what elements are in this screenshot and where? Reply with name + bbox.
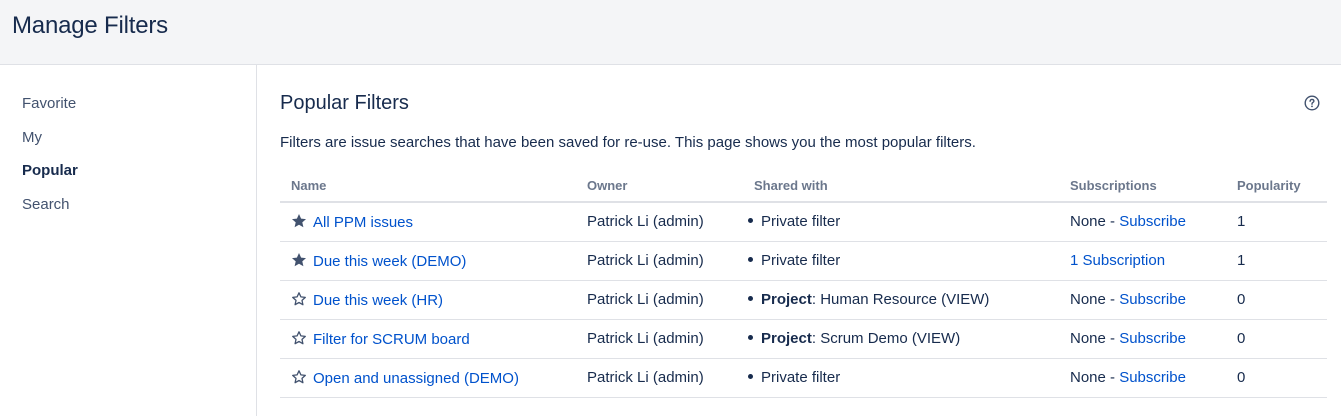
shared-with-cell: Project: Human Resource (VIEW) bbox=[743, 280, 1059, 320]
star-filled-icon[interactable] bbox=[291, 213, 307, 229]
subscriptions-cell: None - Subscribe bbox=[1059, 280, 1226, 320]
filters-table: Name Owner Shared with Subscriptions Pop… bbox=[280, 169, 1327, 398]
filter-name-link[interactable]: All PPM issues bbox=[313, 214, 413, 231]
subscriptions-cell: None - Subscribe bbox=[1059, 358, 1226, 398]
star-outline-icon[interactable] bbox=[291, 369, 307, 385]
popularity-cell: 0 bbox=[1226, 358, 1327, 398]
owner-cell: Patrick Li (admin) bbox=[576, 319, 743, 359]
column-header-popularity[interactable]: Popularity bbox=[1226, 169, 1327, 203]
subscriptions-prefix: None - bbox=[1070, 291, 1120, 308]
table-row: Filter for SCRUM board Patrick Li (admin… bbox=[280, 319, 1327, 359]
subscribe-link[interactable]: Subscribe bbox=[1119, 213, 1186, 230]
popularity-cell: 1 bbox=[1226, 241, 1327, 281]
bullet-icon bbox=[748, 218, 753, 224]
owner-cell: Patrick Li (admin) bbox=[576, 202, 743, 242]
shared-with-cell: Project: Scrum Demo (VIEW) bbox=[743, 319, 1059, 359]
owner-cell: Patrick Li (admin) bbox=[576, 358, 743, 398]
subscribe-link[interactable]: Subscribe bbox=[1119, 330, 1186, 347]
table-row: Due this week (DEMO) Patrick Li (admin) … bbox=[280, 241, 1327, 281]
filter-name-cell: Due this week (HR) bbox=[280, 280, 576, 320]
star-filled-icon[interactable] bbox=[291, 252, 307, 268]
shared-with-value: Private filter bbox=[761, 213, 841, 231]
filter-name-link[interactable]: Due this week (DEMO) bbox=[313, 253, 466, 270]
shared-with-label: Project bbox=[761, 291, 812, 308]
help-circle-icon[interactable] bbox=[1304, 95, 1320, 111]
subscriptions-cell: None - Subscribe bbox=[1059, 202, 1226, 242]
popularity-cell: 0 bbox=[1226, 280, 1327, 320]
page-title: Manage Filters bbox=[12, 12, 168, 39]
sidebar-item-popular[interactable]: Popular bbox=[22, 160, 78, 194]
subscriptions-link[interactable]: 1 Subscription bbox=[1070, 252, 1165, 269]
popularity-cell: 0 bbox=[1226, 319, 1327, 359]
column-header-owner[interactable]: Owner bbox=[576, 169, 743, 203]
subscribe-link[interactable]: Subscribe bbox=[1119, 291, 1186, 308]
star-outline-icon[interactable] bbox=[291, 291, 307, 307]
bullet-icon bbox=[748, 257, 753, 262]
shared-with-value: Private filter bbox=[761, 369, 841, 386]
filter-name-cell: Open and unassigned (DEMO) bbox=[280, 358, 576, 398]
sidebar-item-my[interactable]: My bbox=[22, 127, 78, 161]
filter-name-cell: Filter for SCRUM board bbox=[280, 319, 576, 359]
shared-with-value: : Scrum Demo (VIEW) bbox=[811, 330, 961, 347]
subscriptions-prefix: None - bbox=[1070, 213, 1120, 231]
shared-with-value: Private filter bbox=[761, 252, 841, 269]
filter-name-cell: Due this week (DEMO) bbox=[280, 241, 576, 281]
sidebar-item-favorite[interactable]: Favorite bbox=[22, 93, 78, 127]
owner-cell: Patrick Li (admin) bbox=[576, 280, 743, 320]
filter-name-link[interactable]: Open and unassigned (DEMO) bbox=[313, 370, 519, 387]
filter-name-link[interactable]: Filter for SCRUM board bbox=[313, 331, 470, 348]
bullet-icon bbox=[748, 296, 753, 301]
sidebar-nav: Favorite My Popular Search bbox=[22, 93, 78, 227]
sidebar-item-search[interactable]: Search bbox=[22, 194, 78, 228]
subscriptions-cell: None - Subscribe bbox=[1059, 319, 1226, 359]
page-header: Manage Filters bbox=[0, 0, 1341, 65]
filter-name-link[interactable]: Due this week (HR) bbox=[313, 292, 443, 309]
filter-name-cell: All PPM issues bbox=[280, 202, 576, 242]
shared-with-cell: Private filter bbox=[743, 358, 1059, 398]
table-row: Due this week (HR) Patrick Li (admin) Pr… bbox=[280, 280, 1327, 320]
subscribe-link[interactable]: Subscribe bbox=[1119, 369, 1186, 386]
column-header-name[interactable]: Name bbox=[280, 169, 576, 203]
subscriptions-cell: 1 Subscription bbox=[1059, 241, 1226, 281]
popularity-cell: 1 bbox=[1226, 202, 1327, 242]
shared-with-value: : Human Resource (VIEW) bbox=[811, 291, 990, 308]
table-header-row: Name Owner Shared with Subscriptions Pop… bbox=[280, 169, 1327, 203]
bullet-icon bbox=[748, 374, 753, 379]
bullet-icon bbox=[748, 335, 753, 340]
owner-cell: Patrick Li (admin) bbox=[576, 241, 743, 281]
section-title: Popular Filters bbox=[280, 92, 409, 114]
shared-with-label: Project bbox=[761, 330, 812, 347]
table-row: Open and unassigned (DEMO) Patrick Li (a… bbox=[280, 358, 1327, 398]
column-header-subscriptions: Subscriptions bbox=[1059, 169, 1226, 203]
subscriptions-prefix: None - bbox=[1070, 330, 1120, 347]
page-description: Filters are issue searches that have bee… bbox=[280, 134, 976, 151]
sidebar: Favorite My Popular Search bbox=[0, 65, 257, 416]
shared-with-cell: Private filter bbox=[743, 241, 1059, 281]
table-row: All PPM issues Patrick Li (admin) Privat… bbox=[280, 202, 1327, 242]
star-outline-icon[interactable] bbox=[291, 330, 307, 346]
main-content: Popular Filters Filters are issue search… bbox=[280, 65, 1327, 416]
shared-with-cell: Private filter bbox=[743, 202, 1059, 242]
column-header-shared-with: Shared with bbox=[743, 169, 1059, 203]
subscriptions-prefix: None - bbox=[1070, 369, 1120, 386]
